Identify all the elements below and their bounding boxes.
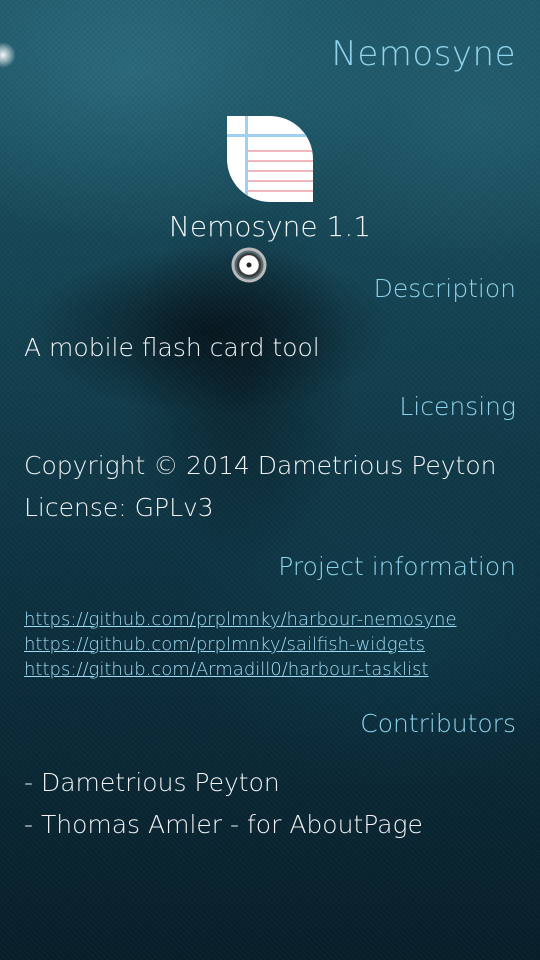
project-link-harbour-nemosyne[interactable]: https://github.com/prplmnky/harbour-nemo… <box>24 609 457 630</box>
project-link-harbour-tasklist[interactable]: https://github.com/Armadill0/harbour-tas… <box>24 659 429 680</box>
contributors-heading: Contributors <box>360 709 516 738</box>
contributor-item: - Dametrious Peyton <box>24 768 280 797</box>
licensing-heading: Licensing <box>399 392 516 421</box>
notepad-icon <box>227 116 313 202</box>
contributor-item: - Thomas Amler - for AboutPage <box>24 810 423 839</box>
page-title: Nemosyne <box>331 34 516 74</box>
about-page: Nemosyne Nemosyne 1.1 Description A mobi… <box>0 0 540 960</box>
description-text: A mobile flash card tool <box>24 333 320 362</box>
pulley-menu-indicator <box>0 42 16 68</box>
description-heading: Description <box>373 274 516 303</box>
app-version-label: Nemosyne 1.1 <box>168 210 372 243</box>
project-information-heading: Project information <box>278 552 516 581</box>
touch-indicator-icon <box>231 247 267 283</box>
license-text: License: GPLv3 <box>24 493 214 522</box>
copyright-text: Copyright © 2014 Dametrious Peyton <box>24 451 497 480</box>
project-link-sailfish-widgets[interactable]: https://github.com/prplmnky/sailfish-wid… <box>24 634 425 655</box>
